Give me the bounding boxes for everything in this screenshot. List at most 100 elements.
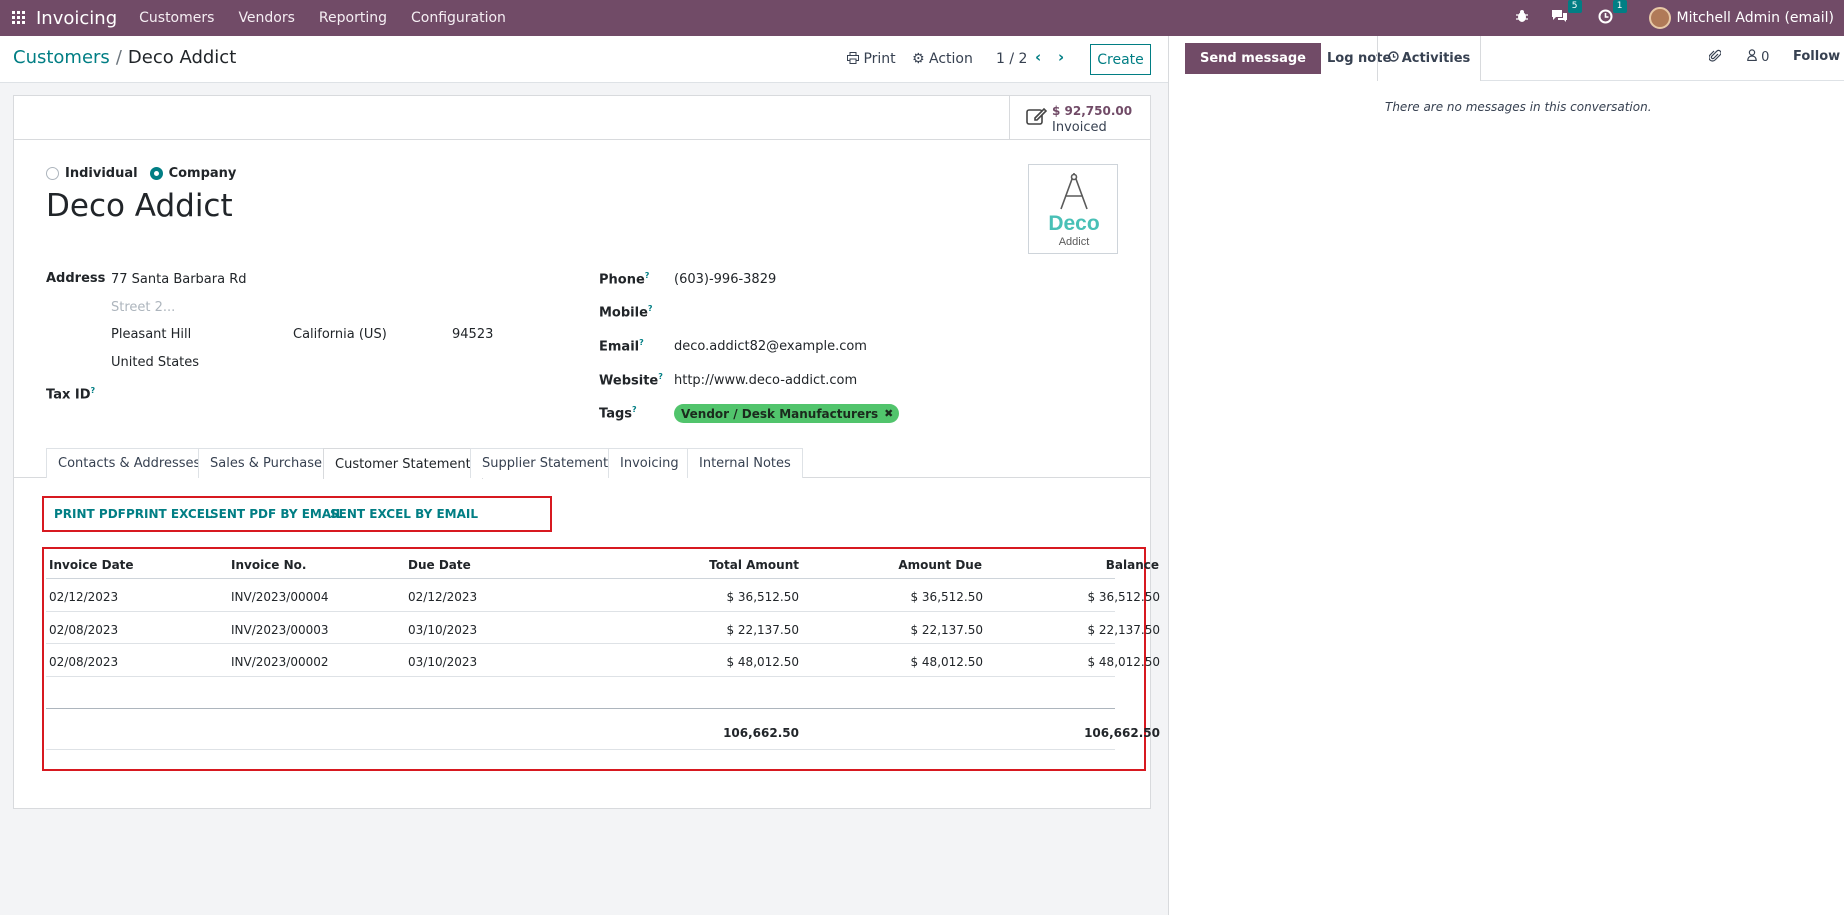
cell-invoice-date: 02/12/2023 (49, 590, 119, 604)
messages-icon[interactable]: 5 (1551, 0, 1582, 27)
cell-invoice-date: 02/08/2023 (49, 623, 119, 637)
app-name[interactable]: Invoicing (36, 8, 117, 29)
activities-clock-icon[interactable]: 1 (1598, 0, 1627, 28)
tab-invoicing[interactable]: Invoicing (608, 448, 691, 478)
mobile-label-text: Mobile (599, 305, 648, 321)
send-message-button[interactable]: Send message (1185, 43, 1321, 74)
invoiced-label: Invoiced (1052, 120, 1107, 135)
row-divider (46, 676, 1115, 677)
city-field[interactable]: Pleasant Hill (111, 327, 191, 342)
cell-invoice-no: INV/2023/00002 (231, 655, 329, 669)
print-pdf-button[interactable]: PRINT PDF (54, 507, 126, 521)
state-field[interactable]: California (US) (293, 327, 387, 342)
breadcrumb-separator: / (115, 47, 122, 68)
tab-customer-statement[interactable]: Customer Statement (323, 448, 483, 479)
print-button[interactable]: Print (847, 51, 896, 67)
individual-radio[interactable] (46, 167, 59, 180)
statement-table: Invoice Date Invoice No. Due Date Total … (42, 547, 1160, 771)
print-excel-button[interactable]: PRINT EXCEL (126, 507, 213, 521)
phone-label-text: Phone (599, 272, 645, 288)
invoiced-stat-button[interactable]: $ 92,750.00 Invoiced (1009, 96, 1150, 140)
activities-label: Activities (1401, 51, 1471, 66)
cell-due-date: 02/12/2023 (408, 590, 478, 604)
email-label-text: Email (599, 339, 640, 355)
cell-balance: $ 36,512.50 (1087, 590, 1160, 604)
user-avatar[interactable] (1648, 7, 1671, 29)
menu-vendors[interactable]: Vendors (238, 10, 294, 26)
create-button[interactable]: Create (1090, 44, 1151, 75)
help-icon[interactable]: ? (632, 405, 637, 414)
menu-configuration[interactable]: Configuration (411, 10, 506, 26)
col-due-date[interactable]: Due Date (408, 558, 471, 572)
tab-sales-purchase[interactable]: Sales & Purchase (198, 448, 335, 478)
tab-contacts-addresses[interactable]: Contacts & Addresses (46, 448, 213, 478)
individual-radio-label[interactable]: Individual (65, 166, 138, 181)
follow-button[interactable]: Follow (1793, 49, 1840, 64)
row-divider (46, 611, 1115, 612)
invoiced-amount: $ 92,750.00 (1052, 104, 1133, 118)
pager-value[interactable]: 1 / 2 (996, 51, 1027, 67)
send-excel-email-button[interactable]: SENT EXCEL BY EMAIL (330, 507, 478, 521)
chatter-panel: Send message Log note Activities 0 Follo… (1168, 36, 1844, 915)
no-messages-text: There are no messages in this conversati… (1385, 100, 1652, 114)
followers-button[interactable]: 0 (1747, 49, 1769, 65)
menu-customers[interactable]: Customers (139, 10, 214, 26)
cell-invoice-date: 02/08/2023 (49, 655, 119, 669)
help-icon[interactable]: ? (91, 386, 96, 395)
website-label: Website? (599, 372, 663, 388)
tags-label-text: Tags (599, 406, 633, 422)
col-total-amount[interactable]: Total Amount (566, 558, 799, 572)
col-invoice-date[interactable]: Invoice Date (49, 558, 134, 572)
country-field[interactable]: United States (111, 355, 199, 370)
email-field[interactable]: deco.addict82@example.com (674, 339, 867, 354)
help-icon[interactable]: ? (648, 304, 653, 313)
cell-balance: $ 48,012.50 (1087, 655, 1160, 669)
cell-total-amount: $ 36,512.50 (726, 590, 799, 604)
user-icon (1747, 49, 1761, 65)
zip-field[interactable]: 94523 (452, 327, 493, 342)
street-field[interactable]: 77 Santa Barbara Rd (111, 272, 247, 287)
help-icon[interactable]: ? (645, 271, 650, 280)
cell-invoice-no: INV/2023/00003 (231, 623, 329, 637)
col-invoice-no[interactable]: Invoice No. (231, 558, 306, 572)
header-divider (46, 578, 1115, 579)
bug-icon[interactable] (1515, 9, 1529, 27)
cell-invoice-no: INV/2023/00004 (231, 590, 329, 604)
company-radio-label[interactable]: Company (169, 166, 237, 181)
print-label: Print (863, 51, 896, 67)
partner-logo[interactable]: Deco Addict (1028, 164, 1118, 254)
partner-name-field[interactable]: Deco Addict (46, 188, 233, 224)
tag-remove-icon[interactable]: ✖ (884, 407, 893, 420)
attachment-paperclip-icon[interactable] (1708, 49, 1722, 67)
edit-icon (1026, 106, 1048, 126)
notebook-tabs: Contacts & Addresses Sales & Purchase Cu… (14, 448, 1150, 479)
website-label-text: Website (599, 373, 659, 389)
print-icon (847, 52, 859, 64)
website-field[interactable]: http://www.deco-addict.com (674, 373, 857, 388)
activities-button[interactable]: Activities (1377, 36, 1481, 81)
clock-icon (1388, 51, 1399, 66)
cell-total-amount: $ 48,012.50 (726, 655, 799, 669)
help-icon[interactable]: ? (639, 338, 644, 347)
menu-reporting[interactable]: Reporting (319, 10, 387, 26)
send-pdf-email-button[interactable]: SENT PDF BY EMAIL (210, 507, 343, 521)
company-radio[interactable] (149, 167, 163, 180)
col-balance[interactable]: Balance (946, 558, 1159, 572)
tab-internal-notes[interactable]: Internal Notes (687, 448, 803, 478)
tax-id-label-text: Tax ID (46, 387, 91, 403)
pager-previous-icon[interactable]: ‹ (1035, 48, 1041, 66)
breadcrumb-current: Deco Addict (127, 47, 237, 68)
tab-supplier-statement[interactable]: Supplier Statement (470, 448, 621, 478)
action-label: Action (929, 51, 973, 67)
chatter-divider (1481, 80, 1844, 81)
action-button[interactable]: ⚙ Action (912, 51, 973, 67)
breadcrumb-customers-link[interactable]: Customers (13, 47, 110, 68)
user-name[interactable]: Mitchell Admin (email) (1677, 10, 1834, 26)
apps-grid-icon[interactable] (2, 9, 34, 28)
tag-badge: Vendor / Desk Manufacturers ✖ (674, 404, 900, 423)
pager-next-icon[interactable]: › (1058, 48, 1064, 66)
phone-field[interactable]: (603)-996-3829 (674, 272, 776, 287)
help-icon[interactable]: ? (658, 372, 663, 381)
email-label: Email? (599, 338, 644, 354)
street2-field[interactable]: Street 2... (111, 300, 175, 315)
